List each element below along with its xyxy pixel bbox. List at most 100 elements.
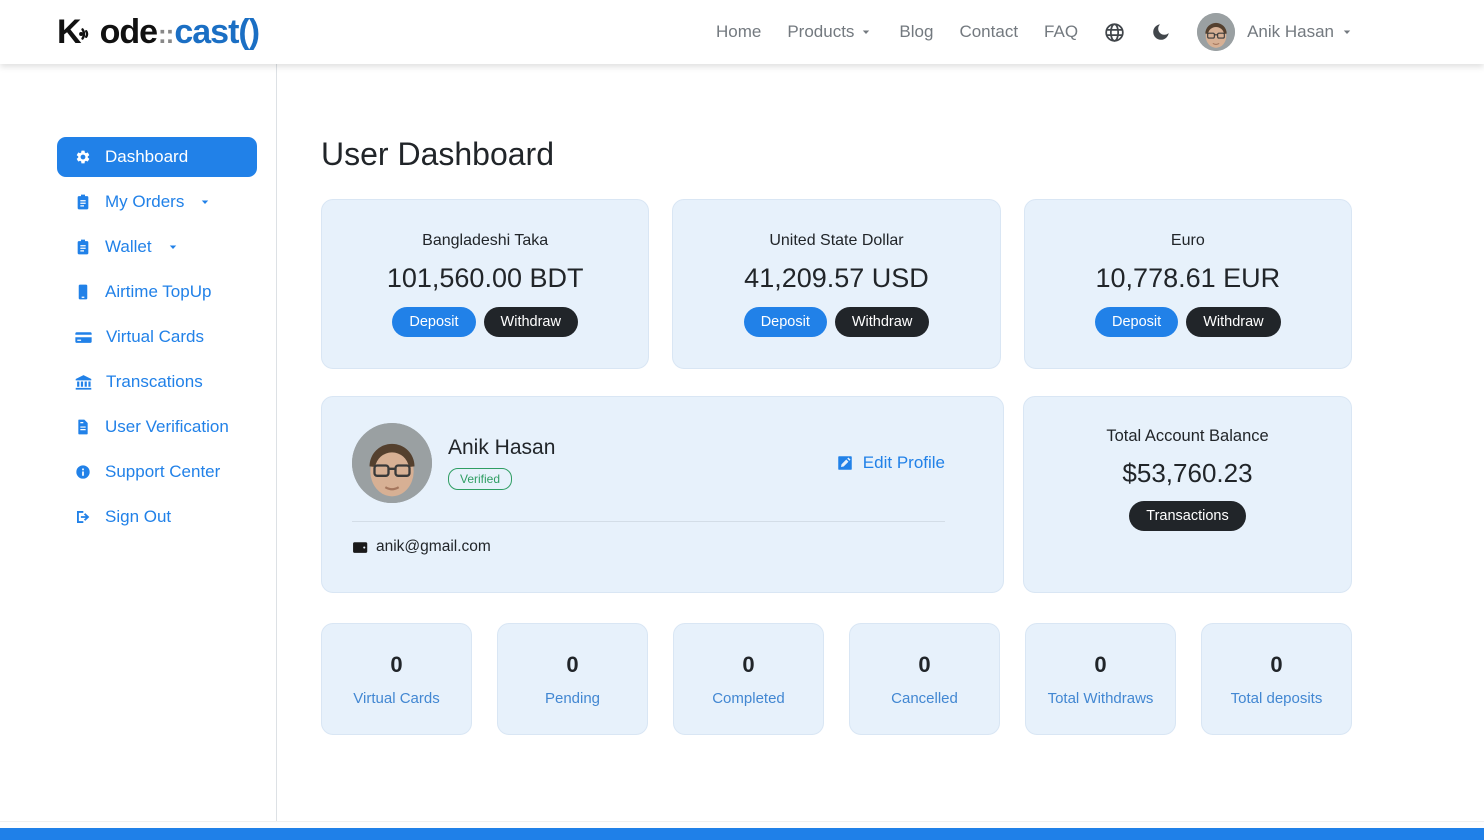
profile-avatar [352, 423, 432, 503]
wallet-currency-name: Euro [1171, 232, 1205, 250]
footer-blue-bar [0, 828, 1484, 840]
file-icon [75, 419, 91, 435]
stat-label: Completed [712, 690, 785, 707]
stat-value: 0 [742, 652, 754, 678]
profile-email-row: anik@gmail.com [352, 538, 973, 556]
balance-amount: $53,760.23 [1122, 458, 1252, 489]
nav-item-products[interactable]: Products [787, 22, 873, 42]
nav-item-contact-label: Contact [959, 22, 1018, 42]
stats-row: 0 Virtual Cards 0 Pending 0 Completed 0 … [321, 623, 1352, 735]
nav-item-faq-label: FAQ [1044, 22, 1078, 42]
main-navigation: Home Products Blog Contact FAQ Anik Hasa… [716, 13, 1354, 51]
sidebar: Dashboard My Orders Wallet Airtime TopUp… [57, 64, 277, 821]
profile-balance-row: Anik Hasan Verified Edit Profile anik@gm… [321, 396, 1352, 593]
chevron-down-icon [166, 240, 180, 254]
sidebar-item-label: Dashboard [105, 147, 188, 167]
nav-item-contact[interactable]: Contact [959, 22, 1018, 42]
stat-label: Virtual Cards [353, 690, 439, 707]
profile-email: anik@gmail.com [376, 538, 491, 556]
withdraw-button[interactable]: Withdraw [835, 307, 929, 337]
withdraw-button[interactable]: Withdraw [484, 307, 578, 337]
bank-icon [75, 374, 92, 391]
sidebar-item-label: Wallet [105, 237, 152, 257]
language-globe-icon[interactable] [1104, 22, 1125, 43]
sign-out-icon [75, 509, 91, 525]
stat-card-total-deposits: 0 Total deposits [1201, 623, 1352, 735]
withdraw-button[interactable]: Withdraw [1186, 307, 1280, 337]
sidebar-item-user-verification[interactable]: User Verification [57, 407, 257, 447]
sidebar-item-support-center[interactable]: Support Center [57, 452, 257, 492]
total-balance-card: Total Account Balance $53,760.23 Transac… [1023, 396, 1352, 593]
clipboard-icon [75, 239, 91, 255]
wallet-card-usd: United State Dollar 41,209.57 USD Deposi… [672, 199, 1000, 369]
main-content: User Dashboard Bangladeshi Taka 101,560.… [277, 64, 1352, 821]
wallet-balance: 101,560.00 BDT [387, 263, 584, 294]
stat-value: 0 [1270, 652, 1282, 678]
sidebar-item-label: Airtime TopUp [105, 282, 211, 302]
nav-item-blog[interactable]: Blog [899, 22, 933, 42]
user-avatar [1197, 13, 1235, 51]
deposit-button[interactable]: Deposit [744, 307, 827, 337]
chevron-down-icon [859, 25, 873, 39]
nav-item-products-label: Products [787, 22, 854, 42]
deposit-button[interactable]: Deposit [392, 307, 475, 337]
wallet-card-eur: Euro 10,778.61 EUR Deposit Withdraw [1024, 199, 1352, 369]
chevron-down-icon [1340, 25, 1354, 39]
clipboard-icon [75, 194, 91, 210]
edit-pen-square-icon [836, 454, 854, 472]
deposit-button[interactable]: Deposit [1095, 307, 1178, 337]
sidebar-item-wallet[interactable]: Wallet [57, 227, 257, 267]
edit-profile-link[interactable]: Edit Profile [836, 453, 945, 473]
page-body: Dashboard My Orders Wallet Airtime TopUp… [0, 64, 1484, 821]
logo-separator: :: [158, 19, 173, 50]
dark-mode-moon-icon[interactable] [1151, 22, 1171, 42]
stat-card-pending: 0 Pending [497, 623, 648, 735]
profile-card: Anik Hasan Verified Edit Profile anik@gm… [321, 396, 1004, 593]
page-footer [0, 821, 1484, 840]
stat-card-cancelled: 0 Cancelled [849, 623, 1000, 735]
stat-value: 0 [1094, 652, 1106, 678]
sidebar-item-transcations[interactable]: Transcations [57, 362, 257, 402]
stat-card-total-withdraws: 0 Total Withdraws [1025, 623, 1176, 735]
stat-label: Cancelled [891, 690, 958, 707]
logo-text-ode: ode [100, 13, 157, 52]
footer-strip [0, 821, 1484, 828]
edit-profile-label: Edit Profile [863, 453, 945, 473]
signal-waves-icon [77, 13, 99, 52]
mobile-icon [75, 284, 91, 300]
nav-item-home-label: Home [716, 22, 761, 42]
sidebar-item-label: Sign Out [105, 507, 171, 527]
sidebar-item-label: User Verification [105, 417, 229, 437]
stat-label: Total deposits [1231, 690, 1323, 707]
sidebar-item-dashboard[interactable]: Dashboard [57, 137, 257, 177]
nav-item-blog-label: Blog [899, 22, 933, 42]
wallet-cards-row: Bangladeshi Taka 101,560.00 BDT Deposit … [321, 199, 1352, 369]
nav-item-faq[interactable]: FAQ [1044, 22, 1078, 42]
wallet-icon [352, 539, 369, 556]
wallet-balance: 10,778.61 EUR [1096, 263, 1281, 294]
nav-item-home[interactable]: Home [716, 22, 761, 42]
sidebar-item-label: Support Center [105, 462, 220, 482]
sidebar-item-my-orders[interactable]: My Orders [57, 182, 257, 222]
stat-value: 0 [566, 652, 578, 678]
stat-card-completed: 0 Completed [673, 623, 824, 735]
wallet-currency-name: Bangladeshi Taka [422, 232, 548, 250]
wallet-currency-name: United State Dollar [769, 232, 903, 250]
stat-value: 0 [918, 652, 930, 678]
stat-label: Total Withdraws [1048, 690, 1154, 707]
sidebar-item-virtual-cards[interactable]: Virtual Cards [57, 317, 257, 357]
user-menu[interactable]: Anik Hasan [1197, 13, 1354, 51]
sidebar-item-label: Transcations [106, 372, 203, 392]
sidebar-item-label: Virtual Cards [106, 327, 204, 347]
balance-title: Total Account Balance [1106, 427, 1268, 446]
chevron-down-icon [198, 195, 212, 209]
info-circle-icon [75, 464, 91, 480]
sidebar-item-label: My Orders [105, 192, 184, 212]
sidebar-item-airtime-topup[interactable]: Airtime TopUp [57, 272, 257, 312]
brand-logo[interactable]: K ode :: cast() [57, 13, 259, 52]
stat-value: 0 [390, 652, 402, 678]
logo-text-cast: cast() [174, 13, 259, 52]
sidebar-item-sign-out[interactable]: Sign Out [57, 497, 257, 537]
transactions-button[interactable]: Transactions [1129, 501, 1245, 531]
stat-label: Pending [545, 690, 600, 707]
